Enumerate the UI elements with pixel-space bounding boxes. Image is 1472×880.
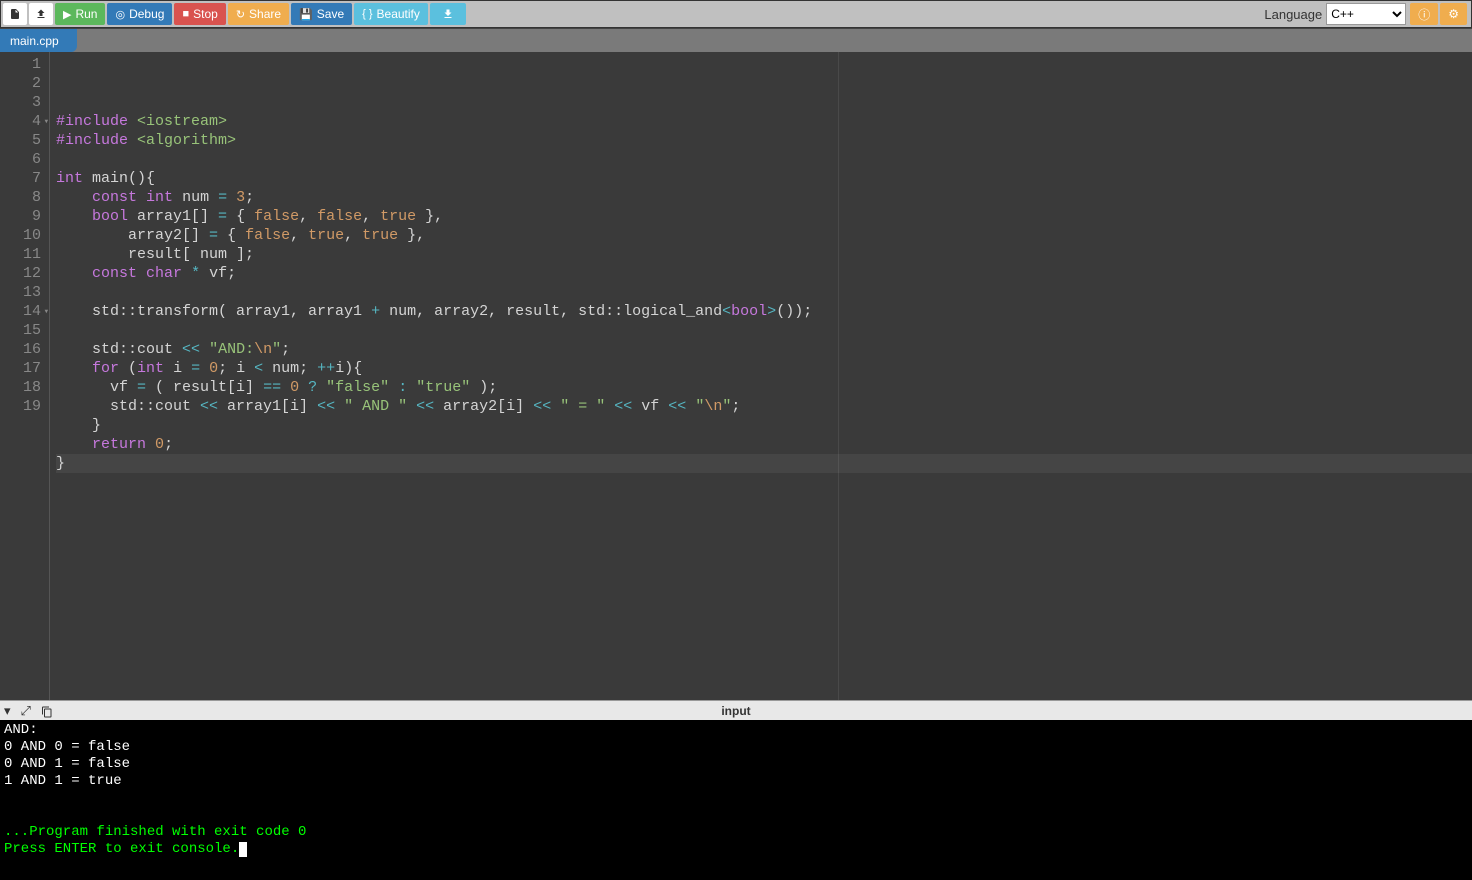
code-line[interactable]: std::transform( array1, array1 + num, ar… bbox=[56, 302, 1472, 321]
line-number: 1 bbox=[6, 55, 41, 74]
code-line[interactable]: } bbox=[56, 454, 1472, 473]
tab-main-cpp[interactable]: main.cpp bbox=[0, 29, 77, 52]
code-line[interactable]: const char * vf; bbox=[56, 264, 1472, 283]
line-number: 2 bbox=[6, 74, 41, 93]
tab-bar: main.cpp bbox=[0, 28, 1472, 52]
beautify-label: Beautify bbox=[377, 7, 420, 21]
share-button[interactable]: ↻ Share bbox=[228, 3, 289, 25]
code-line[interactable]: } bbox=[56, 416, 1472, 435]
line-number: 5 bbox=[6, 131, 41, 150]
code-line[interactable]: const int num = 3; bbox=[56, 188, 1472, 207]
info-button[interactable]: ⓘ bbox=[1410, 3, 1438, 25]
code-line[interactable]: return 0; bbox=[56, 435, 1472, 454]
code-line[interactable]: bool array1[] = { false, false, true }, bbox=[56, 207, 1472, 226]
line-number: 14 bbox=[6, 302, 41, 321]
console-output[interactable]: AND:0 AND 0 = false0 AND 1 = false1 AND … bbox=[0, 720, 1472, 880]
debug-button[interactable]: ◎ Debug bbox=[107, 3, 172, 25]
line-number: 7 bbox=[6, 169, 41, 188]
line-number: 18 bbox=[6, 378, 41, 397]
share-label: Share bbox=[249, 7, 281, 21]
debug-label: Debug bbox=[129, 7, 164, 21]
tab-filename: main.cpp bbox=[10, 34, 59, 48]
download-button[interactable] bbox=[430, 3, 466, 25]
stop-label: Stop bbox=[193, 7, 218, 21]
line-number: 3 bbox=[6, 93, 41, 112]
save-label: Save bbox=[317, 7, 344, 21]
code-line[interactable] bbox=[56, 283, 1472, 302]
code-line[interactable]: result[ num ]; bbox=[56, 245, 1472, 264]
print-margin bbox=[838, 52, 839, 700]
upload-icon bbox=[35, 8, 47, 20]
stop-button[interactable]: ■ Stop bbox=[174, 3, 225, 25]
code-editor[interactable]: 12345678910111213141516171819 #include <… bbox=[0, 52, 1472, 700]
line-number: 4 bbox=[6, 112, 41, 131]
code-line[interactable]: #include <algorithm> bbox=[56, 131, 1472, 150]
info-icon: ⓘ bbox=[1418, 6, 1430, 23]
settings-button[interactable]: ⚙ bbox=[1440, 3, 1467, 25]
console-input-label: input bbox=[721, 704, 750, 718]
code-line[interactable]: #include <iostream> bbox=[56, 112, 1472, 131]
expand-console-button[interactable]: ⤢ bbox=[21, 703, 31, 719]
line-number-gutter: 12345678910111213141516171819 bbox=[0, 52, 50, 700]
stop-icon: ■ bbox=[182, 8, 189, 20]
play-icon: ▶ bbox=[63, 8, 71, 21]
braces-icon: { } bbox=[362, 8, 372, 20]
console-cursor bbox=[239, 842, 247, 857]
line-number: 13 bbox=[6, 283, 41, 302]
code-line[interactable] bbox=[56, 150, 1472, 169]
toolbar: ▶ Run ◎ Debug ■ Stop ↻ Share 💾 Save { } … bbox=[0, 0, 1472, 28]
line-number: 9 bbox=[6, 207, 41, 226]
line-number: 12 bbox=[6, 264, 41, 283]
code-line[interactable]: array2[] = { false, true, true }, bbox=[56, 226, 1472, 245]
new-file-button[interactable] bbox=[3, 3, 27, 25]
target-icon: ◎ bbox=[115, 8, 125, 21]
line-number: 19 bbox=[6, 397, 41, 416]
collapse-console-button[interactable]: ▾ bbox=[4, 703, 11, 719]
code-line[interactable] bbox=[56, 321, 1472, 340]
code-line[interactable]: vf = ( result[i] == 0 ? "false" : "true"… bbox=[56, 378, 1472, 397]
code-line[interactable]: std::cout << array1[i] << " AND " << arr… bbox=[56, 397, 1472, 416]
beautify-button[interactable]: { } Beautify bbox=[354, 3, 428, 25]
download-icon bbox=[442, 8, 454, 20]
language-label: Language bbox=[1264, 7, 1322, 22]
run-label: Run bbox=[75, 7, 97, 21]
save-icon: 💾 bbox=[299, 8, 313, 21]
gear-icon: ⚙ bbox=[1448, 7, 1459, 21]
line-number: 17 bbox=[6, 359, 41, 378]
console-toolbar: ▾ ⤢ input bbox=[0, 700, 1472, 720]
code-line[interactable]: for (int i = 0; i < num; ++i){ bbox=[56, 359, 1472, 378]
line-number: 6 bbox=[6, 150, 41, 169]
upload-button[interactable] bbox=[29, 3, 53, 25]
line-number: 11 bbox=[6, 245, 41, 264]
file-icon bbox=[9, 8, 21, 20]
copy-icon bbox=[41, 706, 53, 718]
line-number: 15 bbox=[6, 321, 41, 340]
line-number: 10 bbox=[6, 226, 41, 245]
share-icon: ↻ bbox=[236, 8, 245, 21]
copy-console-button[interactable] bbox=[41, 703, 53, 718]
line-number: 16 bbox=[6, 340, 41, 359]
save-button[interactable]: 💾 Save bbox=[291, 3, 352, 25]
language-select[interactable]: C++ bbox=[1326, 3, 1406, 25]
code-line[interactable]: int main(){ bbox=[56, 169, 1472, 188]
run-button[interactable]: ▶ Run bbox=[55, 3, 105, 25]
code-area[interactable]: #include <iostream>#include <algorithm> … bbox=[50, 52, 1472, 700]
code-line[interactable]: std::cout << "AND:\n"; bbox=[56, 340, 1472, 359]
line-number: 8 bbox=[6, 188, 41, 207]
